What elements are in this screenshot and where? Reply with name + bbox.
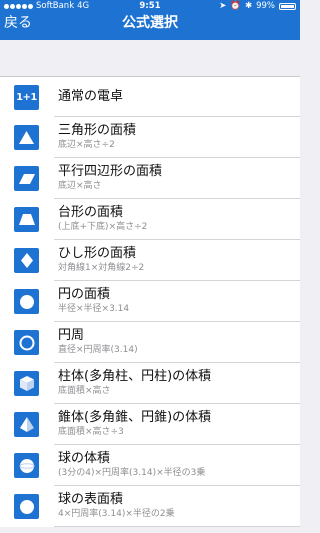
alarm-icon: ⏰ bbox=[230, 1, 241, 11]
page-title: 公式選択 bbox=[122, 15, 178, 31]
item-formula: 底辺×高さ bbox=[58, 181, 102, 191]
item-formula: 底面積×高さ÷3 bbox=[58, 427, 124, 437]
item-formula: 対角線1×対角線2÷2 bbox=[58, 263, 145, 273]
location-icon: ➤ bbox=[219, 1, 227, 11]
list-item-calculator[interactable]: 1+1 通常の電卓 bbox=[0, 77, 300, 117]
list-item-rhombus-area[interactable]: ひし形の面積 対角線1×対角線2÷2 bbox=[0, 240, 300, 281]
item-title: 円周 bbox=[58, 328, 85, 343]
rhombus-icon bbox=[14, 248, 39, 273]
cube-icon bbox=[14, 371, 39, 396]
item-formula: 直径×円周率(3.14) bbox=[58, 345, 138, 355]
status-bar: SoftBank 4G 9:51 ➤ ⏰ ✱ 99% bbox=[0, 0, 300, 12]
sphere-surface-icon bbox=[14, 494, 39, 519]
item-formula: 半径×半径×3.14 bbox=[58, 304, 130, 314]
navigation-bar: SoftBank 4G 9:51 ➤ ⏰ ✱ 99% 戻る 公式選択 bbox=[0, 0, 300, 40]
status-right: ➤ ⏰ ✱ 99% bbox=[219, 0, 296, 12]
battery-icon bbox=[279, 2, 296, 10]
list-item-pyramid-volume[interactable]: 錐体(多角錐、円錐)の体積 底面積×高さ÷3 bbox=[0, 404, 300, 445]
item-formula: 4×円周率(3.14)×半径の2乗 bbox=[58, 509, 175, 519]
item-title: ひし形の面積 bbox=[58, 246, 137, 261]
triangle-icon bbox=[14, 125, 39, 150]
item-formula: 底辺×高さ÷2 bbox=[58, 140, 115, 150]
list-item-sphere-volume[interactable]: 球の体積 (3分の4)×円周率(3.14)×半径の3乗 bbox=[0, 445, 300, 486]
list-item-triangle-area[interactable]: 三角形の面積 底辺×高さ÷2 bbox=[0, 117, 300, 158]
trapezoid-icon bbox=[14, 207, 39, 232]
parallelogram-icon bbox=[14, 166, 39, 191]
item-title: 球の体積 bbox=[58, 451, 111, 466]
section-spacer bbox=[0, 40, 300, 76]
circle-outline-icon bbox=[14, 330, 39, 355]
item-title: 台形の面積 bbox=[58, 205, 124, 220]
cone-icon bbox=[14, 412, 39, 437]
list-item-parallelogram-area[interactable]: 平行四辺形の面積 底辺×高さ bbox=[0, 158, 300, 199]
battery-percent: 99% bbox=[256, 1, 275, 11]
item-title: 通常の電卓 bbox=[58, 89, 124, 104]
sphere-icon bbox=[14, 453, 39, 478]
item-formula: (3分の4)×円周率(3.14)×半径の3乗 bbox=[58, 468, 206, 478]
list-item-circle-area[interactable]: 円の面積 半径×半径×3.14 bbox=[0, 281, 300, 322]
item-title: 平行四辺形の面積 bbox=[58, 164, 163, 179]
list-item-sphere-surface-area[interactable]: 球の表面積 4×円周率(3.14)×半径の2乗 bbox=[0, 486, 300, 527]
list-item-prism-volume[interactable]: 柱体(多角柱、円柱)の体積 底面積×高さ bbox=[0, 363, 300, 404]
item-title: 三角形の面積 bbox=[58, 123, 137, 138]
calculator-icon: 1+1 bbox=[14, 85, 39, 110]
list-item-trapezoid-area[interactable]: 台形の面積 (上底+下底)×高さ÷2 bbox=[0, 199, 300, 240]
item-formula: 底面積×高さ bbox=[58, 386, 111, 396]
item-title: 柱体(多角柱、円柱)の体積 bbox=[58, 369, 212, 384]
item-title: 円の面積 bbox=[58, 287, 111, 302]
list-item-circumference[interactable]: 円周 直径×円周率(3.14) bbox=[0, 322, 300, 363]
circle-icon bbox=[14, 289, 39, 314]
item-formula: (上底+下底)×高さ÷2 bbox=[58, 222, 148, 232]
item-title: 球の表面積 bbox=[58, 492, 124, 507]
bluetooth-icon: ✱ bbox=[244, 1, 253, 11]
item-title: 錐体(多角錐、円錐)の体積 bbox=[58, 410, 212, 425]
formula-list: 1+1 通常の電卓 三角形の面積 底辺×高さ÷2 平行四辺形の面積 底辺×高さ … bbox=[0, 76, 300, 527]
